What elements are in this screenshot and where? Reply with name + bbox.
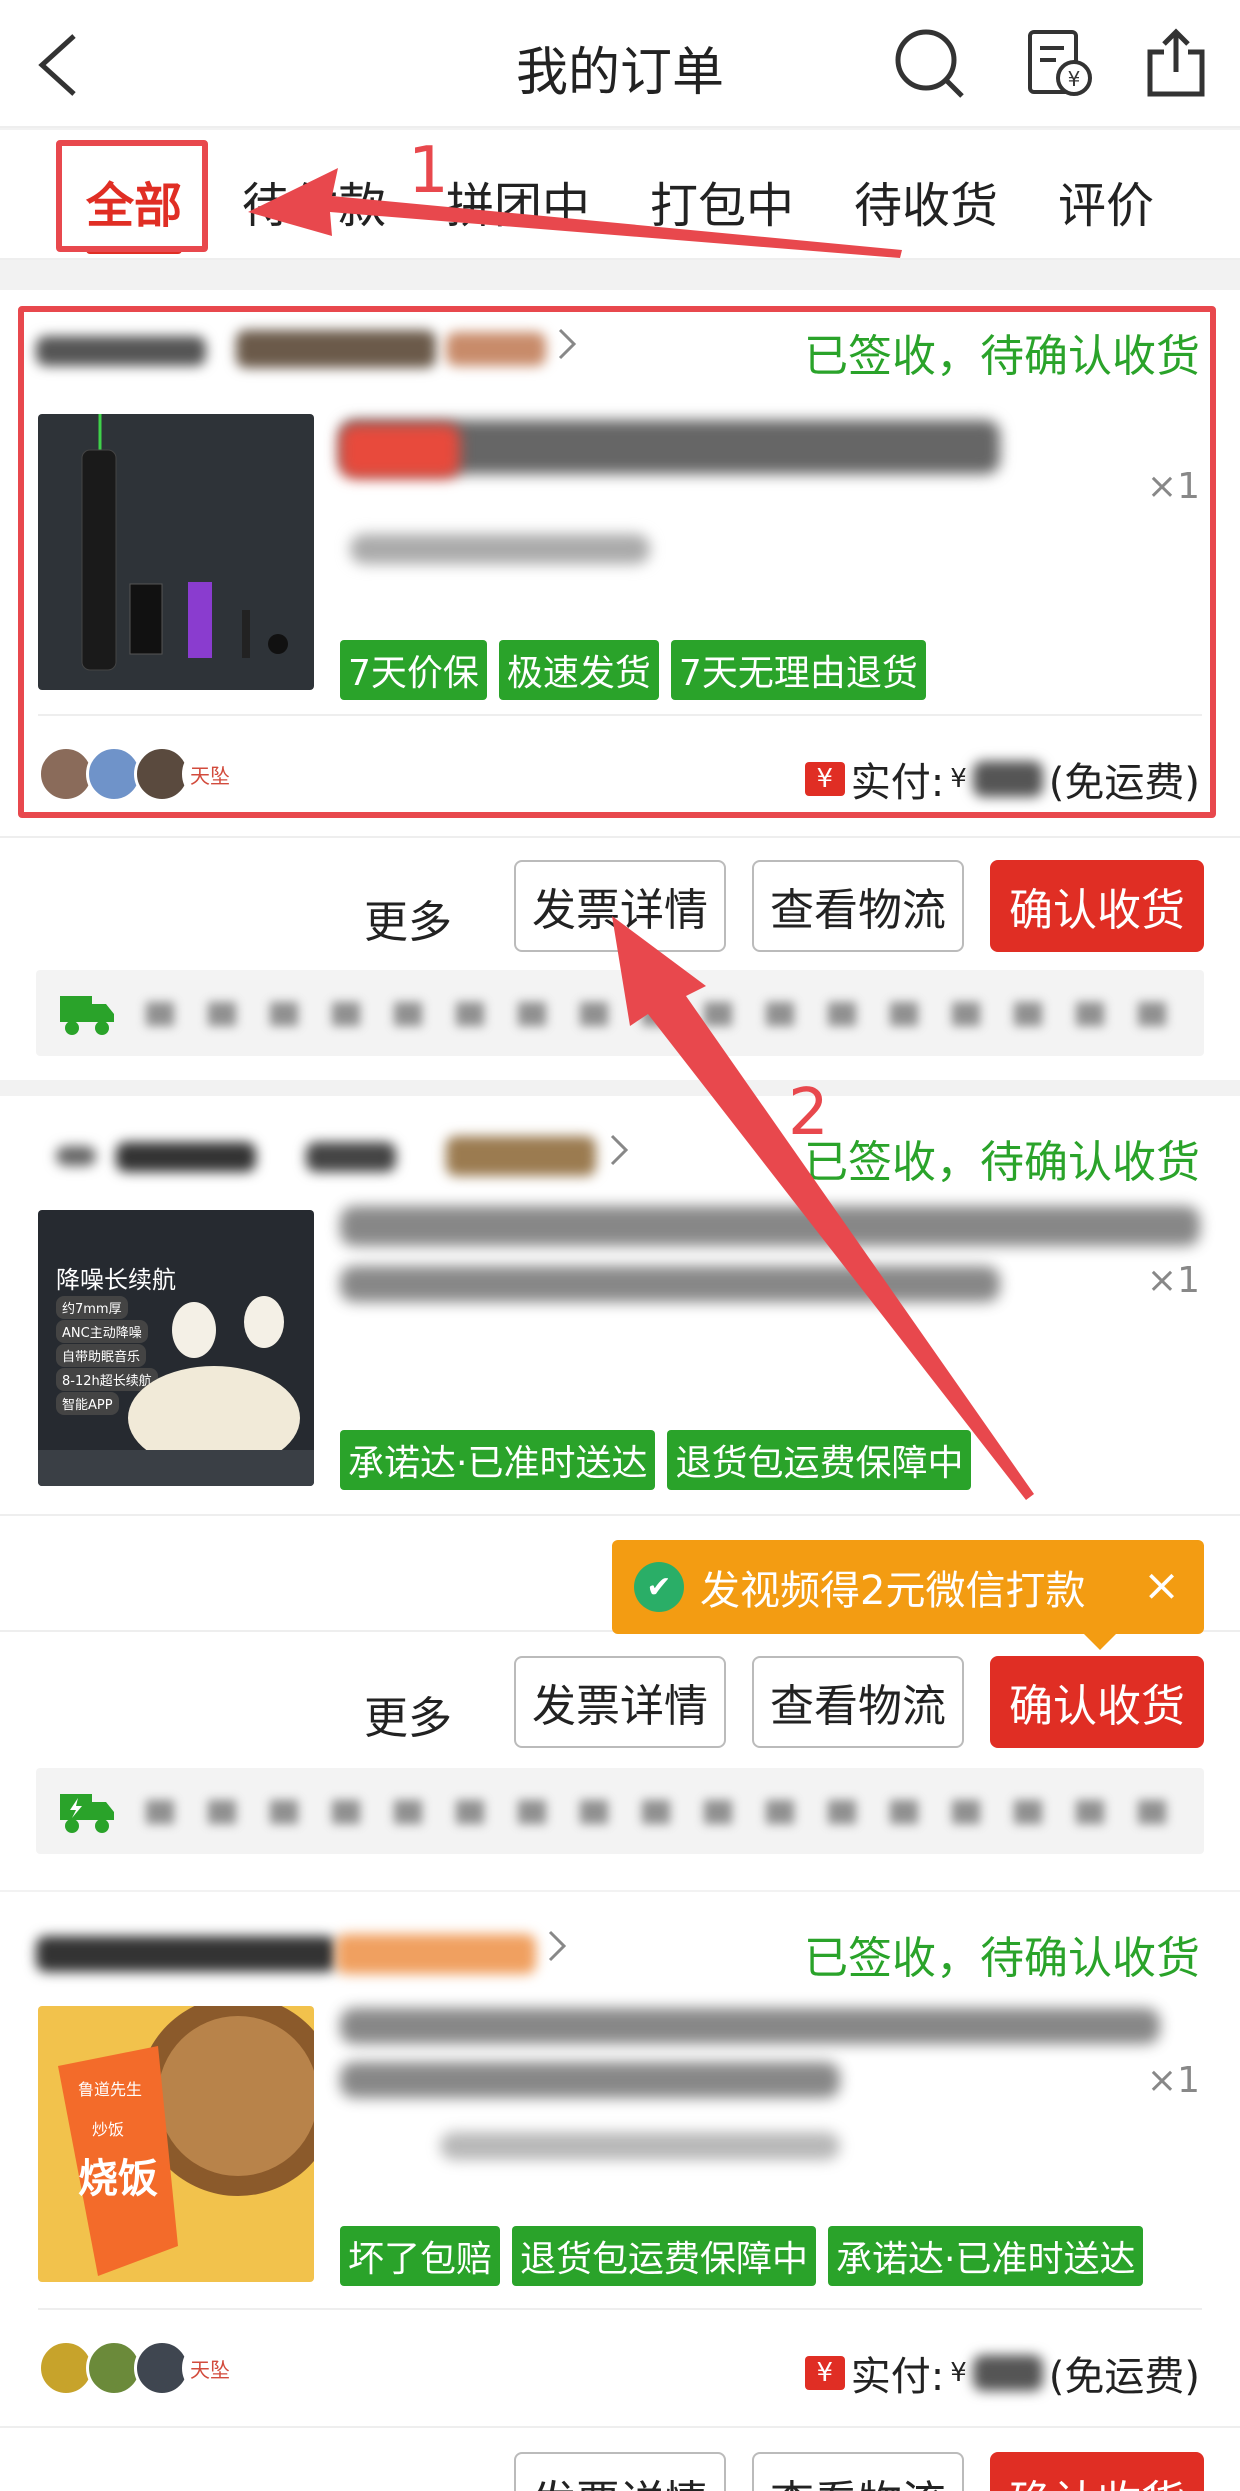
electric-truck-icon — [60, 1794, 114, 1833]
share-icon[interactable] — [1136, 24, 1216, 104]
product-name[interactable] — [340, 1206, 1200, 1246]
more-button[interactable]: 更多 — [364, 2478, 452, 2491]
rmb-icon: ¥ — [804, 2356, 845, 2390]
top-bar: 我的订单 ¥ — [0, 0, 1240, 128]
tab-packing[interactable]: 打包中 — [650, 166, 794, 236]
annotation-step-1: 1 — [408, 134, 449, 208]
chevron-right-icon — [610, 1134, 629, 1166]
divider — [0, 1514, 1240, 1516]
service-tag: 承诺达·已准时送达 — [828, 2226, 1144, 2286]
invoice-details-button[interactable]: 发票详情 — [514, 860, 726, 952]
fried-rice-package-image — [58, 2006, 314, 2276]
promo-text: 发视频得2元微信打款 — [700, 1568, 1086, 1614]
logistics-bar[interactable] — [36, 970, 1204, 1056]
annotation-box-tab — [56, 140, 208, 252]
service-tag: 退货包运费保障中 — [667, 1430, 972, 1490]
close-icon[interactable]: × — [1143, 1560, 1180, 1611]
confirm-receipt-button[interactable]: 确认收货 — [990, 860, 1204, 952]
product-image[interactable]: 鲁道先生 炒饭 烧饭 — [38, 2006, 314, 2282]
product-spec — [440, 2132, 840, 2160]
quantity: ×1 — [1146, 1260, 1200, 1301]
invoice-details-button[interactable]: 发票详情 — [514, 1656, 726, 1748]
view-logistics-button[interactable]: 查看物流 — [752, 1656, 964, 1748]
shop-name[interactable] — [36, 1126, 596, 1176]
annotation-box-order — [18, 306, 1216, 818]
wechat-promo-banner[interactable]: ✔ 发视频得2元微信打款 × — [612, 1540, 1204, 1650]
tab-to-receive[interactable]: 待收货 — [854, 166, 998, 236]
paid-amount: ¥ 实付: ¥ (免运费) — [804, 2344, 1200, 2402]
order-actions: 更多 发票详情 查看物流 确认收货 — [0, 860, 1240, 970]
logistics-text — [146, 1800, 1166, 1824]
view-logistics-button[interactable]: 查看物流 — [752, 860, 964, 952]
svg-text:¥: ¥ — [1068, 67, 1081, 91]
annotation-step-2: 2 — [788, 1076, 829, 1150]
divider — [0, 836, 1240, 838]
tab-review[interactable]: 评价 — [1058, 166, 1154, 236]
service-tags: 坏了包赔 退货包运费保障中 承诺达·已准时送达 — [340, 2226, 1144, 2286]
product-name[interactable] — [340, 2008, 1160, 2044]
tab-group-buying[interactable]: 拼团中 — [446, 166, 590, 236]
order-actions: 更多 发票详情 查看物流 确认收货 — [0, 2452, 1240, 2491]
divider — [0, 2426, 1240, 2428]
service-tag: 坏了包赔 — [340, 2226, 501, 2286]
quantity: ×1 — [1146, 2060, 1200, 2101]
order-status: 已签收，待确认收货 — [804, 1933, 1200, 1984]
wechat-icon: ✔ — [634, 1562, 684, 1612]
order-card: 已签收，待确认收货 鲁道先生 炒饭 烧饭 ×1 坏了包赔 退货包运费保障中 承诺… — [0, 1892, 1240, 2491]
tab-pending-payment[interactable]: 待付款 — [242, 166, 386, 236]
shipping-note: (免运费) — [1048, 2354, 1200, 2400]
service-tag: 退货包运费保障中 — [512, 2226, 817, 2286]
logistics-bar[interactable] — [36, 1768, 1204, 1854]
service-tag: 承诺达·已准时送达 — [340, 1430, 656, 1490]
truck-icon — [60, 996, 114, 1035]
earbuds-image — [38, 1296, 314, 1486]
order-card: 已签收，待确认收货 降噪长续航 约7mm厚 ANC主动降噪 自带助眠音乐 8-1… — [0, 1096, 1240, 1890]
confirm-receipt-button[interactable]: 确认收货 — [990, 2452, 1204, 2491]
paid-label: 实付: — [850, 2354, 945, 2400]
search-icon[interactable] — [890, 24, 970, 104]
product-image[interactable]: 降噪长续航 约7mm厚 ANC主动降噪 自带助眠音乐 8-12h超长续航 智能A… — [38, 1210, 314, 1486]
shop-name[interactable] — [36, 1922, 576, 1974]
avatar: 天坠 — [182, 2340, 238, 2396]
invoice-details-button[interactable]: 发票详情 — [514, 2452, 726, 2491]
service-tags: 承诺达·已准时送达 退货包运费保障中 — [340, 1430, 972, 1490]
logistics-text — [146, 1002, 1166, 1026]
more-button[interactable]: 更多 — [364, 886, 452, 950]
invoice-yen-icon[interactable]: ¥ — [1018, 24, 1098, 104]
order-actions: 更多 发票详情 查看物流 确认收货 — [0, 1656, 1240, 1766]
divider — [38, 2308, 1202, 2310]
chevron-right-icon — [548, 1930, 567, 1962]
group-avatars: 天坠 — [38, 2340, 238, 2396]
order-status: 已签收，待确认收货 — [804, 1137, 1200, 1188]
view-logistics-button[interactable]: 查看物流 — [752, 2452, 964, 2491]
currency: ¥ — [950, 2358, 967, 2388]
confirm-receipt-button[interactable]: 确认收货 — [990, 1656, 1204, 1748]
more-button[interactable]: 更多 — [364, 1682, 452, 1746]
amount-hidden — [972, 2355, 1043, 2391]
